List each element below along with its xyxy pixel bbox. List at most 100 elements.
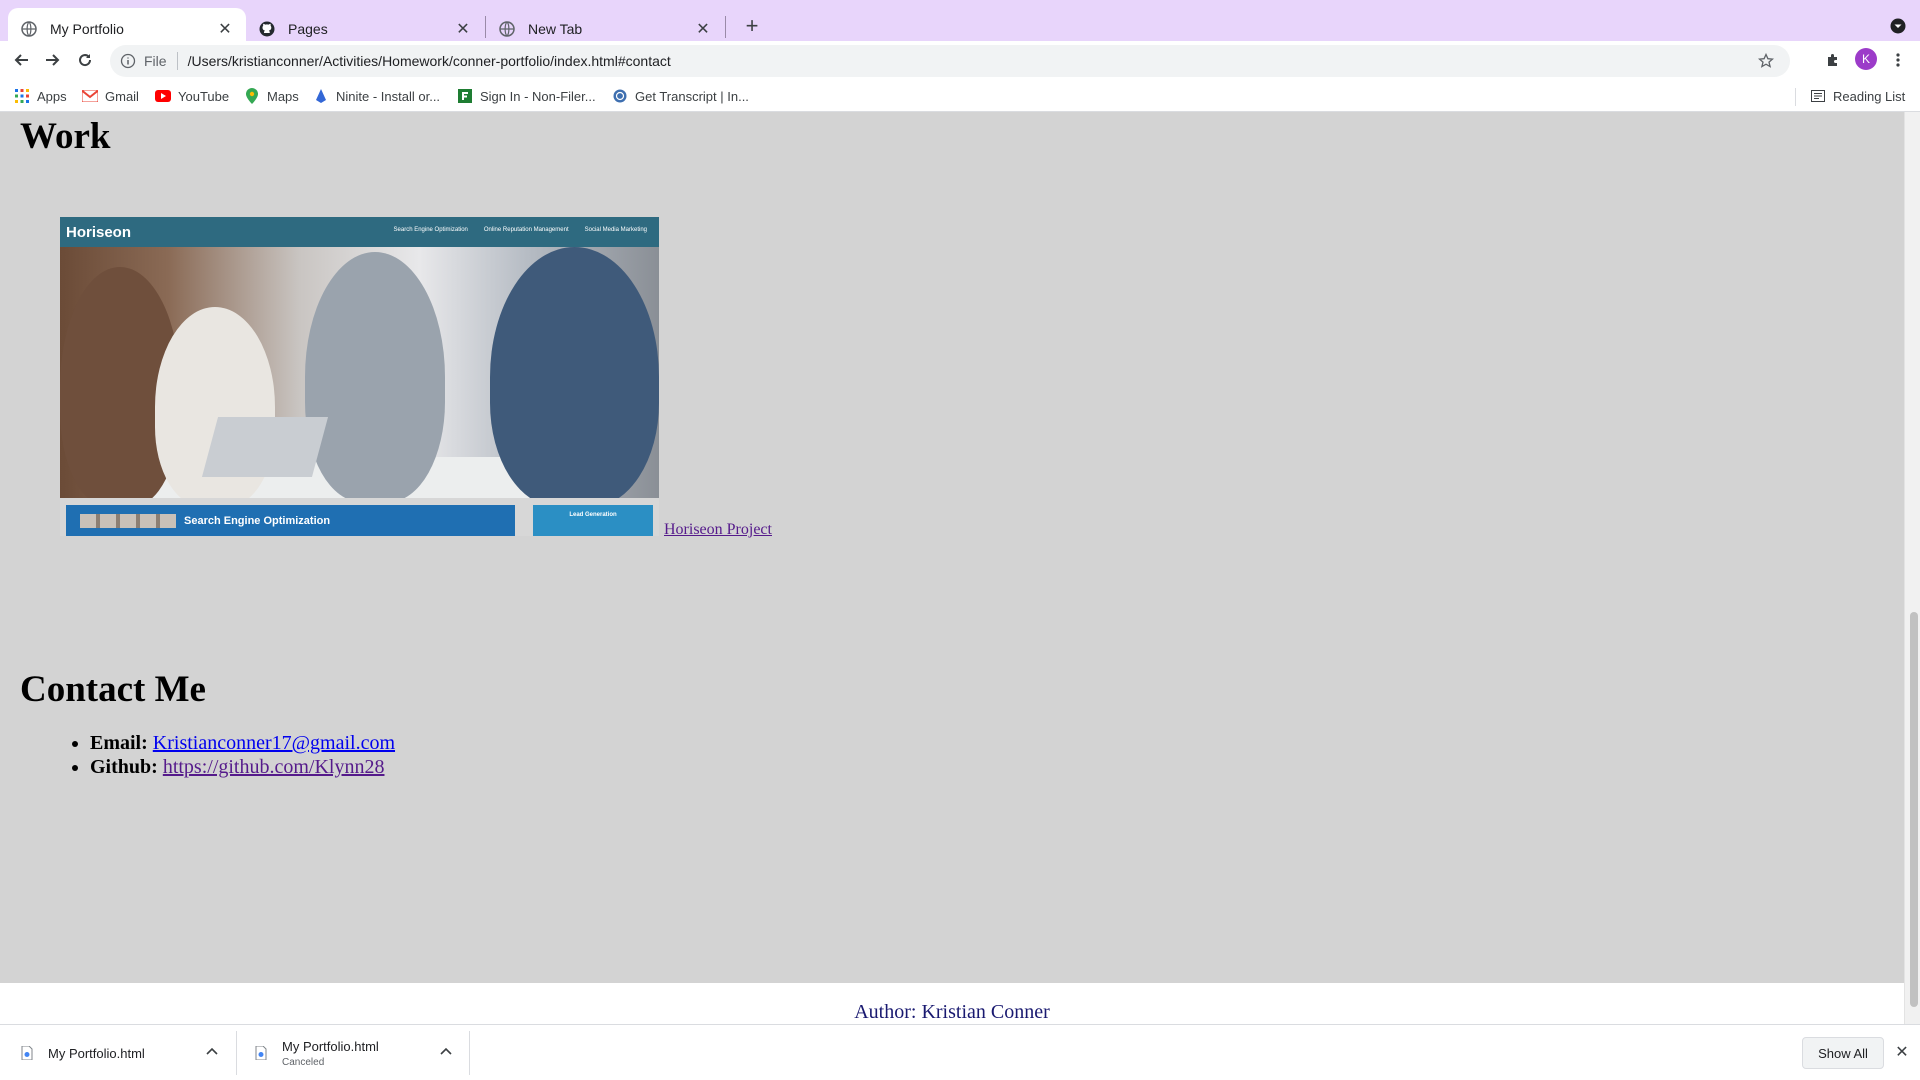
gmail-icon <box>82 88 98 104</box>
email-link[interactable]: Kristianconner17@gmail.com <box>153 732 395 754</box>
close-icon[interactable]: ✕ <box>1893 1043 1911 1061</box>
photo-person <box>305 252 445 498</box>
profile-avatar[interactable]: K <box>1855 48 1877 70</box>
screenshot-nav: Search Engine Optimization Online Reputa… <box>394 227 647 233</box>
url-text[interactable]: /Users/kristianconner/Activities/Homewor… <box>188 53 671 69</box>
photo-person <box>490 247 659 498</box>
puzzle-icon <box>1828 54 1837 66</box>
arrow-right-icon <box>46 54 60 66</box>
bookmark-label: Maps <box>267 88 299 104</box>
reading-list-label: Reading List <box>1833 88 1906 104</box>
forward-button[interactable] <box>38 45 68 75</box>
downloads-bar: My Portfolio.html My Portfolio.html Canc… <box>0 1024 1920 1080</box>
page-viewport: Work Horiseon Search Engine Optimization… <box>0 112 1904 1024</box>
browser-toolbar: File /Users/kristianconner/Activities/Ho… <box>0 41 1920 79</box>
scrollbar-thumb[interactable] <box>1910 612 1918 1007</box>
chevron-down-icon <box>1890 18 1906 34</box>
horiseon-screenshot[interactable]: Horiseon Search Engine Optimization Onli… <box>60 217 659 536</box>
screenshot-nav-item: Social Media Marketing <box>584 227 647 233</box>
arrow-left-icon <box>14 54 28 66</box>
tab-title: My Portfolio <box>50 20 124 37</box>
bookmark-label: Gmail <box>105 88 139 104</box>
scheme-label: File <box>144 53 167 69</box>
chevron-up-icon[interactable] <box>204 1043 220 1059</box>
browser-menu-button[interactable] <box>1886 48 1910 72</box>
show-all-button[interactable]: Show All <box>1802 1037 1884 1069</box>
extensions-button[interactable] <box>1822 48 1846 72</box>
bookmark-gmail[interactable]: Gmail <box>82 85 139 107</box>
bookmarks-divider <box>1795 88 1796 106</box>
bookmark-irs-signin[interactable]: Sign In - Non-Filer... <box>457 85 596 107</box>
bookmark-get-transcript[interactable]: Get Transcript | In... <box>612 85 749 107</box>
download-divider <box>236 1031 237 1075</box>
tab-divider <box>725 16 726 38</box>
bookmarks-bar: Apps Gmail YouTube Maps Ninite - Install… <box>0 79 1920 112</box>
maps-icon <box>244 88 260 104</box>
tab-title: New Tab <box>528 20 583 37</box>
bookmark-label: YouTube <box>178 88 230 104</box>
download-item[interactable]: My Portfolio.html <box>20 1035 145 1071</box>
back-button[interactable] <box>6 45 36 75</box>
bookmark-label: Sign In - Non-Filer... <box>480 88 596 104</box>
photo-laptop <box>201 417 329 477</box>
github-icon <box>258 20 276 38</box>
reading-list-icon <box>1810 88 1826 104</box>
contact-list: Email: Kristianconner17@gmail.com Github… <box>90 732 395 780</box>
screenshot-nav-item: Search Engine Optimization <box>393 227 468 233</box>
download-item-canceled[interactable]: My Portfolio.html Canceled <box>254 1035 379 1071</box>
close-icon[interactable]: ✕ <box>694 20 712 38</box>
work-heading: Work <box>20 116 111 157</box>
irs-seal-icon <box>612 88 628 104</box>
reload-icon <box>79 54 92 67</box>
globe-icon <box>20 20 38 38</box>
bookmark-ninite[interactable]: Ninite - Install or... <box>313 85 440 107</box>
tab-search-button[interactable] <box>1886 14 1910 38</box>
github-link[interactable]: https://github.com/Klynn28 <box>163 756 385 778</box>
seo-card-thumbnails <box>80 513 176 528</box>
download-divider <box>469 1031 470 1075</box>
github-label: Github: <box>90 756 158 778</box>
chevron-up-icon[interactable] <box>438 1043 454 1059</box>
contact-github-item: Github: https://github.com/Klynn28 <box>90 756 395 779</box>
download-filename: My Portfolio.html <box>282 1038 379 1054</box>
bookmark-youtube[interactable]: YouTube <box>155 85 229 107</box>
omnibox-divider <box>176 52 178 70</box>
footer-author: Author: Kristian Conner <box>854 1001 1050 1023</box>
screenshot-lead-card: Lead Generation <box>533 505 653 536</box>
youtube-icon <box>155 88 171 104</box>
reload-button[interactable] <box>70 45 100 75</box>
download-filename: My Portfolio.html <box>48 1045 145 1061</box>
bookmark-label: Ninite - Install or... <box>336 88 441 104</box>
info-icon[interactable] <box>120 53 136 69</box>
office-team-photo <box>60 247 659 498</box>
close-icon[interactable]: ✕ <box>216 20 234 38</box>
ninite-icon <box>313 88 329 104</box>
bookmark-label: Apps <box>37 88 67 104</box>
screenshot-nav-item: Online Reputation Management <box>483 227 569 233</box>
address-bar[interactable]: File /Users/kristianconner/Activities/Ho… <box>110 45 1790 77</box>
contact-heading: Contact Me <box>20 669 206 710</box>
globe-icon <box>498 20 516 38</box>
tab-title: Pages <box>288 20 328 37</box>
project-item: Horiseon Search Engine Optimization Onli… <box>60 217 772 539</box>
horiseon-project-link[interactable]: Horiseon Project <box>664 521 772 539</box>
page-scrollbar[interactable] <box>1904 112 1920 1024</box>
html-file-icon <box>254 1045 268 1061</box>
html-file-icon <box>20 1045 34 1061</box>
irs-icon <box>457 88 473 104</box>
screenshot-header: Horiseon Search Engine Optimization Onli… <box>60 217 659 247</box>
seo-card-title: Search Engine Optimization <box>184 514 331 527</box>
bookmark-apps[interactable]: Apps <box>14 85 67 107</box>
plus-icon: + <box>745 13 759 38</box>
email-label: Email: <box>90 732 148 754</box>
bookmark-star-icon[interactable] <box>1756 51 1776 71</box>
apps-grid-icon <box>14 88 30 104</box>
bookmark-maps[interactable]: Maps <box>244 85 299 107</box>
screenshot-brand: Horiseon <box>66 223 132 241</box>
reading-list-button[interactable]: Reading List <box>1810 85 1905 107</box>
contact-email-item: Email: Kristianconner17@gmail.com <box>90 732 395 755</box>
screenshot-seo-card: Search Engine Optimization <box>66 505 515 536</box>
new-tab-button[interactable]: + <box>738 12 766 40</box>
close-icon[interactable]: ✕ <box>454 20 472 38</box>
download-status: Canceled <box>282 1056 325 1068</box>
